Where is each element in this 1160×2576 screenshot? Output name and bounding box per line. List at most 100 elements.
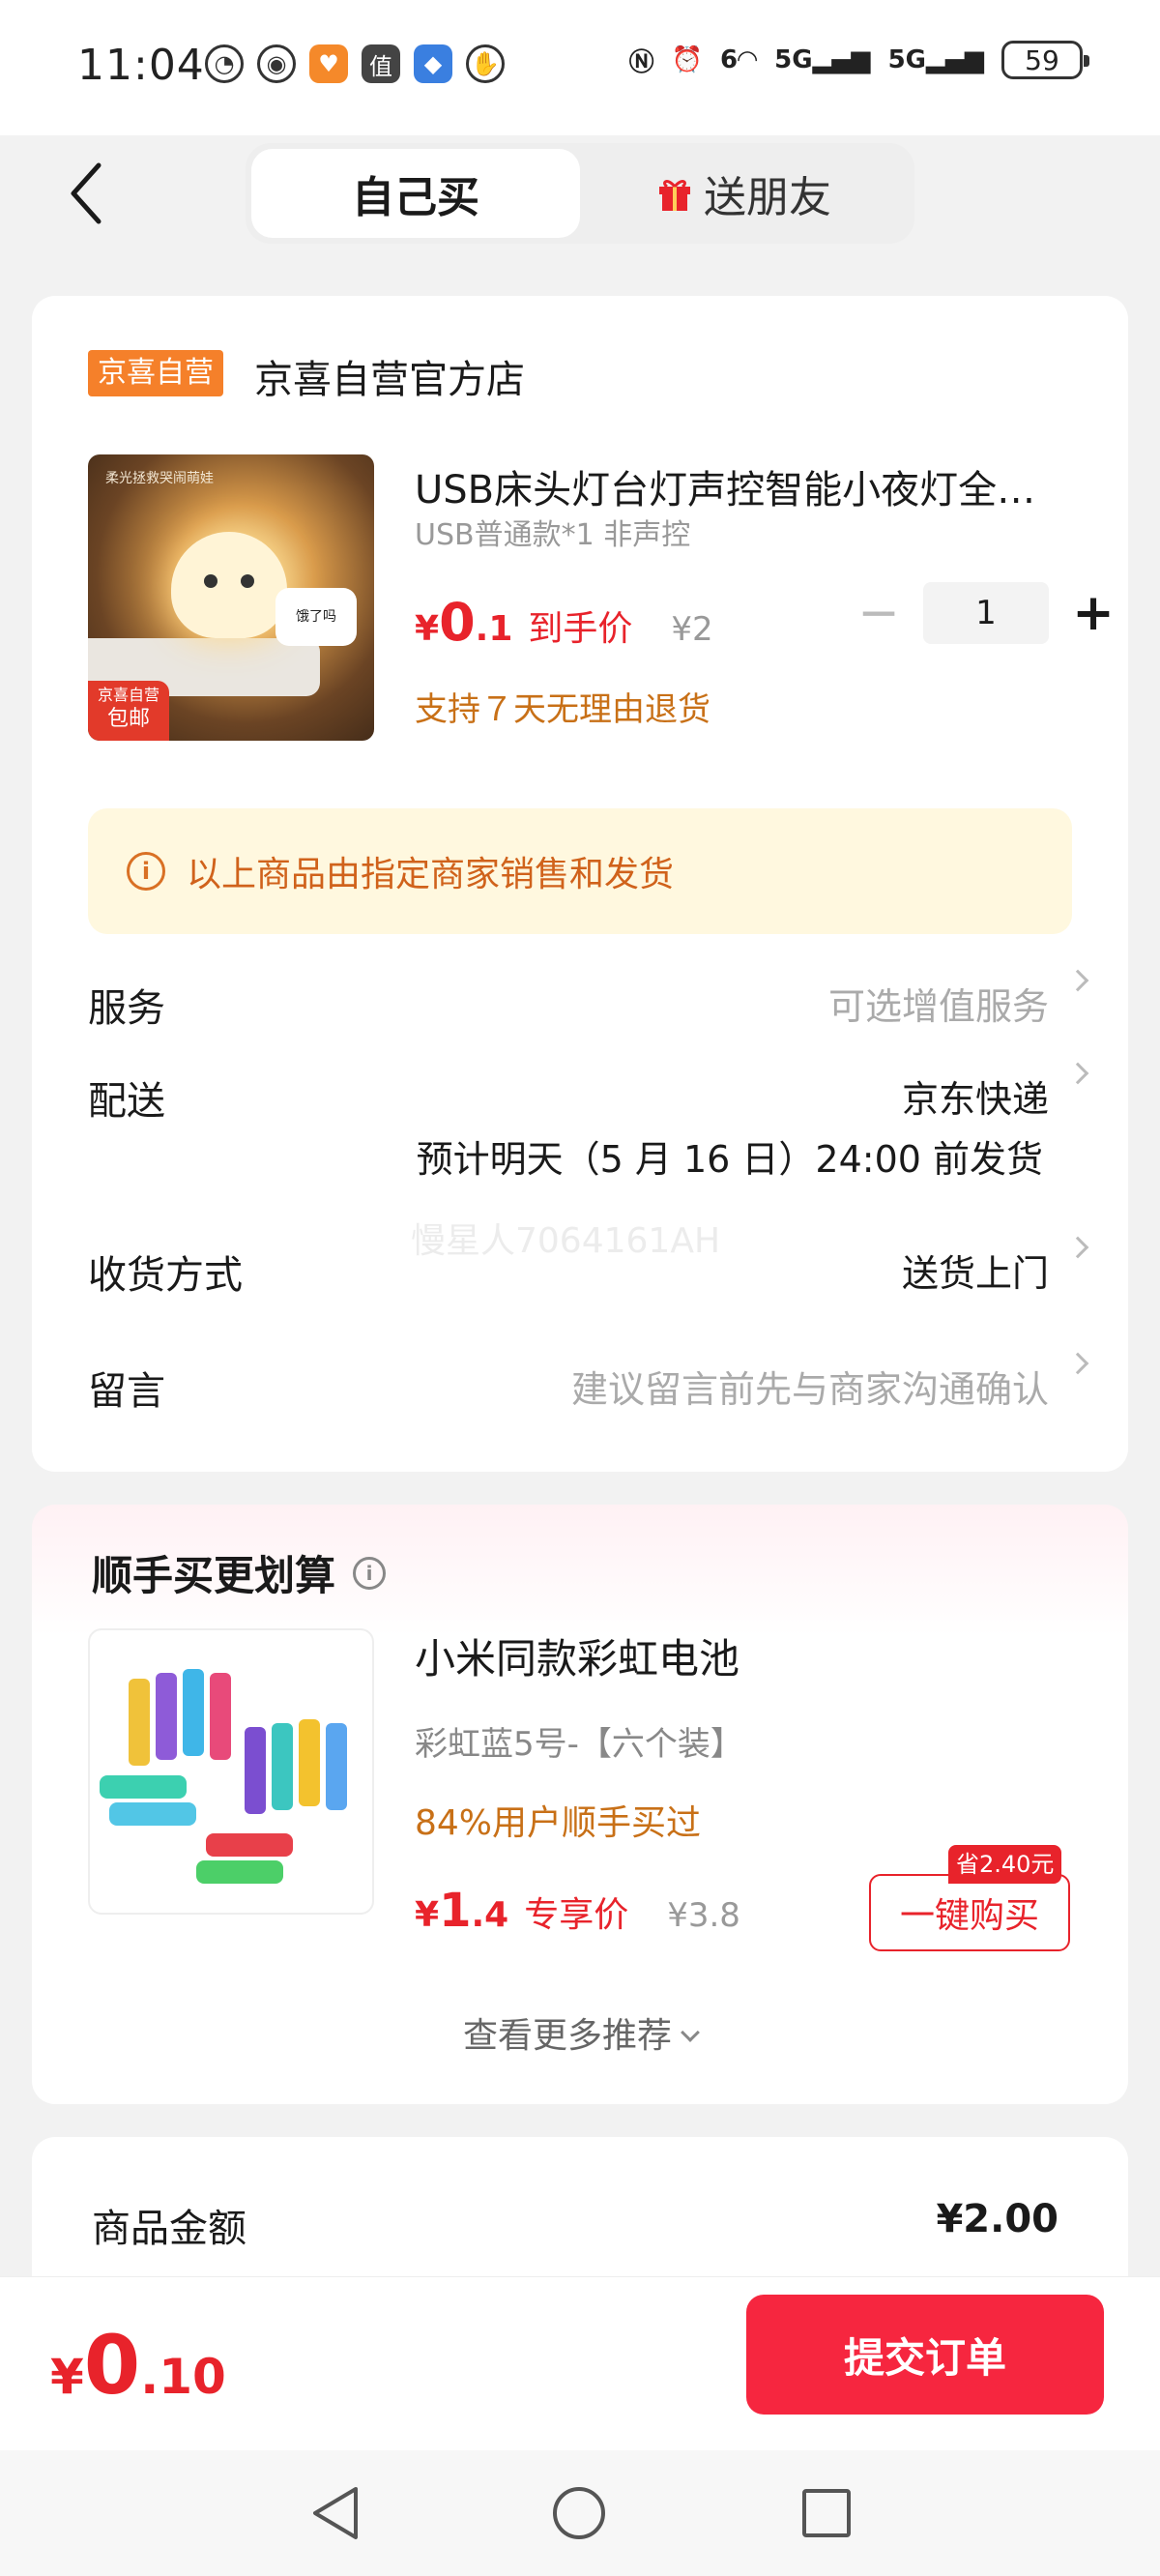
message-input[interactable]: 建议留言前先与商家沟通确认 bbox=[571, 1360, 1049, 1413]
return-policy: 支持７天无理由退货 bbox=[415, 690, 710, 729]
info-icon: i bbox=[127, 852, 165, 891]
nav-home-icon[interactable] bbox=[553, 2487, 605, 2539]
product-price: ¥ 0 .1 到手价 ¥2 bbox=[415, 592, 713, 653]
recommend-title: 顺手买更划算 i bbox=[92, 1543, 387, 1602]
order-card: 京喜自营 京喜自营官方店 柔光拯救哭闹萌娃 饿了吗 京喜自营 包邮 USB床头灯… bbox=[32, 296, 1128, 1472]
price-currency: ¥ bbox=[415, 609, 440, 649]
price-label: 到手价 bbox=[528, 609, 633, 649]
speed-icon: ◔ bbox=[205, 44, 244, 83]
save-tag: 省2.40元 bbox=[948, 1845, 1062, 1884]
service-row[interactable]: 服务 可选增值服务 bbox=[88, 969, 1093, 1033]
total-price: ¥ 0 .10 bbox=[50, 2318, 226, 2413]
seller-notice: i 以上商品由指定商家销售和发货 bbox=[88, 808, 1072, 934]
battery-icon: 59 bbox=[1001, 41, 1089, 79]
battery-product-image[interactable] bbox=[88, 1628, 374, 1915]
eye-icon: ◉ bbox=[257, 44, 296, 83]
recommend-item-price: ¥ 1 .4 专享价 ¥3.8 bbox=[415, 1884, 740, 1938]
app-shield-icon: ◆ bbox=[414, 44, 452, 83]
alarm-icon: ⏰ bbox=[671, 45, 704, 74]
recommend-item-spec: 彩虹蓝5号-【六个装】 bbox=[415, 1725, 743, 1764]
battery-blue-2 bbox=[326, 1723, 347, 1810]
corner-badge-line1: 京喜自营 bbox=[97, 686, 160, 704]
battery-pink bbox=[210, 1673, 231, 1760]
total-currency: ¥ bbox=[50, 2349, 84, 2405]
quantity-input[interactable]: 1 bbox=[923, 582, 1049, 644]
battery-red-lying bbox=[206, 1833, 293, 1857]
price-currency: ¥ bbox=[415, 1895, 440, 1935]
service-value: 可选增值服务 bbox=[827, 985, 1049, 1028]
delivery-value: 京东快递 bbox=[901, 1078, 1049, 1121]
purchase-mode-tabs: 自己买 送朋友 bbox=[246, 143, 914, 244]
product-image-caption: 柔光拯救哭闹萌娃 bbox=[105, 471, 214, 486]
system-nav-bar bbox=[0, 2450, 1160, 2576]
battery-cyan-lying bbox=[109, 1802, 196, 1826]
submit-order-button[interactable]: 提交订单 bbox=[746, 2295, 1104, 2415]
chevron-right-icon bbox=[1066, 1352, 1089, 1375]
battery-green-lying bbox=[100, 1775, 187, 1799]
recommend-title-text: 顺手买更划算 bbox=[92, 1552, 336, 1599]
battery-cyan bbox=[272, 1723, 293, 1810]
checkout-bar: ¥ 0 .10 提交订单 bbox=[0, 2276, 1160, 2450]
status-notification-icons: ◔ ◉ ♥ 值 ◆ ✋ bbox=[205, 44, 505, 83]
back-button[interactable] bbox=[58, 160, 116, 227]
info-icon[interactable]: i bbox=[353, 1556, 387, 1590]
nav-recent-icon[interactable] bbox=[802, 2489, 851, 2537]
price-label: 专享价 bbox=[524, 1895, 629, 1935]
status-bar: 11:04 ◔ ◉ ♥ 值 ◆ ✋ Ⓝ ⏰ 6◠ 5G▂▄▆ 5G▂▄▆ 59 bbox=[0, 0, 1160, 135]
battery-yellow-2 bbox=[299, 1719, 320, 1806]
total-decimal: .10 bbox=[140, 2349, 226, 2405]
tab-send-friend[interactable]: 送朋友 bbox=[580, 149, 909, 238]
chevron-down-icon bbox=[681, 2023, 700, 2042]
more-recommend-text: 查看更多推荐 bbox=[462, 2016, 672, 2056]
price-integer: 1 bbox=[439, 1884, 472, 1938]
chevron-right-icon bbox=[1066, 1062, 1089, 1085]
battery-green-lying-2 bbox=[196, 1860, 283, 1884]
increase-quantity-button[interactable]: + bbox=[1064, 582, 1122, 644]
one-click-buy-button[interactable]: 一键购买 bbox=[869, 1874, 1070, 1951]
receive-method-row[interactable]: 收货方式 送货上门 bbox=[88, 1236, 1093, 1300]
tab-self-buy[interactable]: 自己买 bbox=[251, 149, 580, 238]
recommend-item-name[interactable]: 小米同款彩虹电池 bbox=[415, 1626, 740, 1685]
chevron-right-icon bbox=[1066, 969, 1089, 992]
battery-blue bbox=[183, 1669, 204, 1756]
original-price: ¥3.8 bbox=[667, 1896, 740, 1935]
product-spec[interactable]: USB普通款*1 非声控 bbox=[415, 511, 690, 553]
product-title[interactable]: USB床头灯台灯声控智能小夜灯全… bbox=[415, 458, 1091, 514]
service-label: 服务 bbox=[88, 986, 165, 1031]
delivery-row[interactable]: 配送 京东快递 bbox=[88, 1062, 1093, 1126]
message-row[interactable]: 留言 建议留言前先与商家沟通确认 bbox=[88, 1352, 1093, 1416]
wifi-icon: 6◠ bbox=[720, 45, 758, 74]
goods-amount-value: ¥2.00 bbox=[936, 2197, 1058, 2241]
store-name[interactable]: 京喜自营官方店 bbox=[254, 348, 525, 404]
product-image[interactable]: 柔光拯救哭闹萌娃 饿了吗 京喜自营 包邮 bbox=[88, 454, 374, 741]
recommend-item-bought: 84%用户顺手买过 bbox=[415, 1803, 702, 1843]
battery-purple-2 bbox=[245, 1727, 266, 1814]
status-system-icons: Ⓝ ⏰ 6◠ 5G▂▄▆ 5G▂▄▆ 59 bbox=[628, 41, 1089, 79]
decrease-quantity-button[interactable]: − bbox=[850, 582, 908, 644]
more-recommend-link[interactable]: 查看更多推荐 bbox=[32, 2007, 1128, 2058]
total-integer: 0 bbox=[83, 2318, 141, 2413]
nfc-icon: Ⓝ bbox=[628, 47, 654, 77]
product-image-bubble: 饿了吗 bbox=[276, 588, 357, 646]
price-integer: 0 bbox=[439, 592, 476, 653]
signal-icon-1: 5G▂▄▆ bbox=[774, 45, 871, 74]
quantity-stepper: − 1 + bbox=[850, 582, 1122, 644]
signal-icon-2: 5G▂▄▆ bbox=[887, 45, 984, 74]
product-image-lamp bbox=[171, 532, 287, 638]
goods-amount-label: 商品金额 bbox=[92, 2207, 246, 2251]
price-decimal: .4 bbox=[471, 1895, 509, 1935]
status-time: 11:04 bbox=[77, 41, 205, 90]
price-decimal: .1 bbox=[475, 609, 513, 649]
recommend-card: 顺手买更划算 i 小米同款彩虹电池 彩虹蓝5号-【六个装】 84%用户顺手买过 … bbox=[32, 1505, 1128, 2104]
delivery-eta: 预计明天（5 月 16 日）24:00 前发货 bbox=[416, 1138, 1043, 1181]
nav-back-icon[interactable] bbox=[309, 2485, 362, 2541]
gift-icon bbox=[659, 180, 690, 211]
receive-method-value: 送货上门 bbox=[901, 1252, 1049, 1295]
original-price: ¥2 bbox=[671, 610, 713, 649]
corner-badge-line2: 包邮 bbox=[106, 707, 150, 731]
chevron-left-icon bbox=[71, 162, 102, 224]
message-label: 留言 bbox=[88, 1369, 165, 1414]
store-badge: 京喜自营 bbox=[88, 350, 223, 396]
app-zhi-icon: 值 bbox=[362, 44, 400, 83]
app-heart-icon: ♥ bbox=[309, 44, 348, 83]
